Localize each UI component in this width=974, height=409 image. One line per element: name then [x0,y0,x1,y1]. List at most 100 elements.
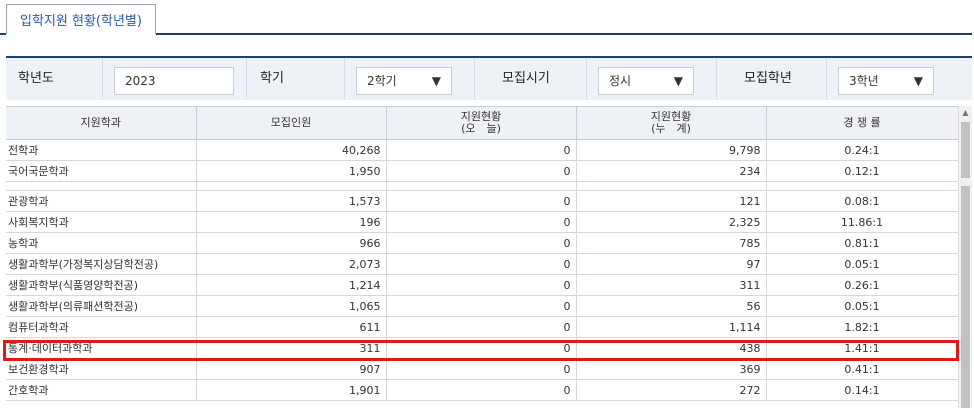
header-today: 지원현황 (오 늘) [386,107,577,140]
cell-rate: 0.12:1 [766,160,958,182]
cell-total: 97 [576,253,767,275]
table-gap-cell [196,181,387,191]
table-row[interactable]: 생활과학부(의류패션학전공) 1,065 0 56 0.05:1 [6,295,958,317]
table-row[interactable]: 보건환경학과 907 0 369 0.41:1 [6,358,958,380]
cell-rate: 0.05:1 [766,253,958,275]
year-input[interactable]: 2023 [114,67,234,95]
table-gap-cell [766,181,958,191]
cell-today: 0 [386,316,577,338]
tab-bar: 입학지원 현황(학년별) [0,0,974,36]
cell-dept: 생활과학부(가정복지상담학전공) [6,253,197,275]
table-gap-cell [576,181,767,191]
filter-divider [474,58,475,100]
term-label: 학기 [260,71,284,86]
cell-today: 0 [386,274,577,296]
cell-quota: 311 [196,337,387,359]
scrollbar-track-lower[interactable] [961,186,970,408]
tab-admission-status-by-grade[interactable]: 입학지원 현황(학년별) [6,4,156,34]
cell-quota: 1,214 [196,274,387,296]
header-today-line2: (오 늘) [461,122,501,135]
cell-today: 0 [386,232,577,254]
cell-quota: 196 [196,211,387,233]
cell-today: 0 [386,253,577,275]
cell-total: 2,325 [576,211,767,233]
cell-quota: 1,065 [196,295,387,317]
table-row[interactable]: 전학과 40,268 0 9,798 0.24:1 [6,139,958,161]
chevron-down-icon: ▼ [673,74,683,88]
filter-bar: 학년도 2023 학기 2학기 ▼ 모집시기 정시 ▼ 모집학년 3학년 ▼ [6,56,972,100]
chevron-down-icon: ▼ [913,74,923,88]
filter-divider [826,58,827,100]
cell-today: 0 [386,358,577,380]
table-row[interactable]: 농학과 966 0 785 0.81:1 [6,232,958,254]
scrollbar-thumb[interactable] [961,122,970,178]
table-row[interactable]: 사회복지학과 196 0 2,325 11.86:1 [6,211,958,233]
cell-dept: 국어국문학과 [6,160,197,182]
header-total: 지원현황 (누 계) [576,107,767,140]
table-row[interactable]: 국어국문학과 1,950 0 234 0.12:1 [6,160,958,182]
term-select[interactable]: 2학기 ▼ [356,67,452,95]
table-row[interactable]: 생활과학부(가정복지상담학전공) 2,073 0 97 0.05:1 [6,253,958,275]
cell-rate: 0.26:1 [766,274,958,296]
table-row[interactable]: 통계·데이터과학과 311 0 438 1.41:1 [6,337,958,359]
table-row[interactable]: 컴퓨터과학과 611 0 1,114 1.82:1 [6,316,958,338]
table-row[interactable]: 생활과학부(식품영양학전공) 1,214 0 311 0.26:1 [6,274,958,296]
cell-dept: 전학과 [6,139,197,161]
tab-underline [156,33,972,35]
cell-total: 9,798 [576,139,767,161]
grade-label: 모집학년 [744,71,792,86]
cell-rate: 0.81:1 [766,232,958,254]
filter-divider [586,58,587,100]
table-gap-cell [6,181,197,191]
cell-rate: 0.41:1 [766,358,958,380]
cell-dept: 컴퓨터과학과 [6,316,197,338]
table-row[interactable]: 간호학과 1,901 0 272 0.14:1 [6,379,958,401]
cell-quota: 1,901 [196,379,387,401]
period-label: 모집시기 [502,71,550,86]
cell-today: 0 [386,190,577,212]
table-row-gap [6,181,958,191]
cell-dept: 농학과 [6,232,197,254]
year-label: 학년도 [18,71,54,86]
table-scrollbar[interactable]: ▲ [958,106,972,408]
table-gap-cell [386,181,577,191]
cell-dept: 관광학과 [6,190,197,212]
header-dept: 지원학과 [6,107,197,140]
cell-rate: 1.82:1 [766,316,958,338]
header-rate: 경 쟁 률 [766,107,958,140]
cell-quota: 907 [196,358,387,380]
cell-dept: 간호학과 [6,379,197,401]
chevron-down-icon: ▼ [431,74,441,88]
cell-rate: 1.41:1 [766,337,958,359]
cell-dept: 통계·데이터과학과 [6,337,197,359]
scroll-up-arrow-icon[interactable]: ▲ [959,106,972,120]
grade-select[interactable]: 3학년 ▼ [838,67,934,95]
cell-quota: 611 [196,316,387,338]
cell-dept: 사회복지학과 [6,211,197,233]
period-select-value: 정시 [609,74,632,88]
table-body: 전학과 40,268 0 9,798 0.24:1 국어국문학과 1,950 0 234 0.12… [6,139,958,401]
filter-divider [716,58,717,100]
table-row[interactable]: 관광학과 1,573 0 121 0.08:1 [6,190,958,212]
cell-total: 311 [576,274,767,296]
grade-select-value: 3학년 [849,74,879,88]
cell-rate: 0.14:1 [766,379,958,401]
filter-divider [102,58,103,100]
cell-today: 0 [386,211,577,233]
header-quota: 모집인원 [196,107,387,140]
period-select[interactable]: 정시 ▼ [598,67,694,95]
cell-quota: 966 [196,232,387,254]
cell-quota: 1,950 [196,160,387,182]
cell-today: 0 [386,379,577,401]
cell-total: 234 [576,160,767,182]
cell-rate: 11.86:1 [766,211,958,233]
cell-rate: 0.24:1 [766,139,958,161]
cell-total: 56 [576,295,767,317]
cell-total: 438 [576,337,767,359]
header-total-line2: (누 계) [651,122,691,135]
cell-dept: 생활과학부(의류패션학전공) [6,295,197,317]
term-select-value: 2학기 [367,74,397,88]
cell-rate: 0.05:1 [766,295,958,317]
cell-quota: 2,073 [196,253,387,275]
cell-today: 0 [386,160,577,182]
